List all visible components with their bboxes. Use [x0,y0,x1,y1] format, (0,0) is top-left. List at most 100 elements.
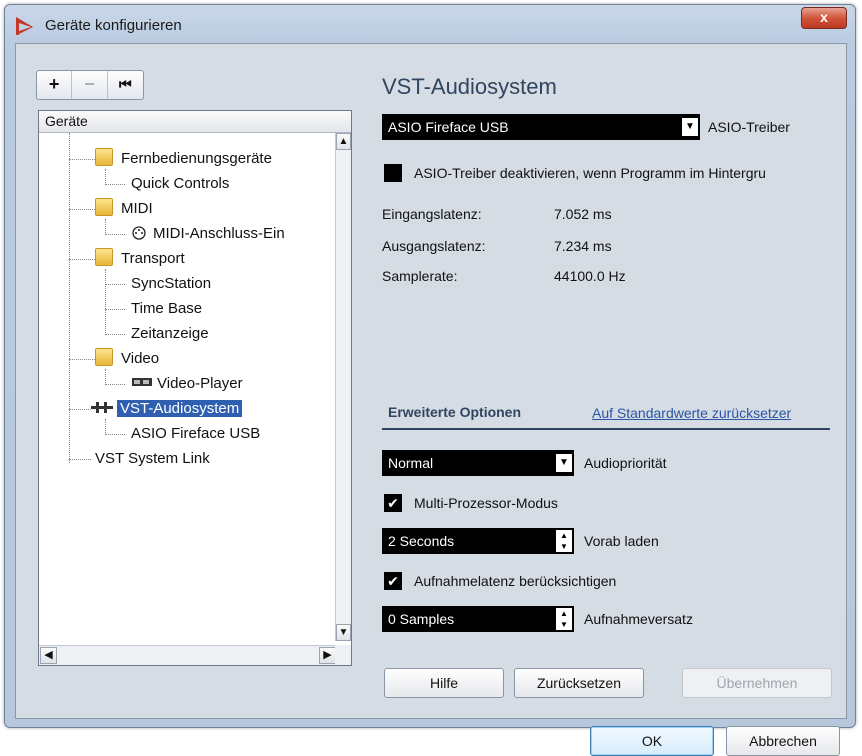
tree-item-label: MIDI-Anschluss-Ein [153,225,285,242]
tree-item-label: Fernbedienungsgeräte [121,150,272,167]
remove-device-button[interactable]: − [72,71,108,99]
video-player-icon [132,378,152,386]
cubase-logo-icon [16,17,33,35]
tree-line [105,184,125,185]
reset-defaults-link[interactable]: Auf Standardwerte zurücksetzer [592,405,791,421]
tree-item-vst-audiosystem[interactable]: VST-Audiosystem [91,397,243,421]
spin-arrows-icon[interactable]: ▲ ▼ [556,608,572,630]
tree-item-label: Video [121,350,160,367]
tree-item-midi-anschluss[interactable]: MIDI-Anschluss-Ein [131,222,285,246]
tree-item-midi[interactable]: MIDI [95,197,153,221]
tree-item-video-player[interactable]: Video-Player [131,372,243,396]
input-latency-value: 7.052 ms [554,206,612,222]
tree-vertical-scrollbar[interactable]: ▲ ▼ [335,133,351,641]
chevron-down-icon: ▼ [682,118,698,136]
scroll-up-icon[interactable]: ▲ [336,133,351,150]
cancel-button[interactable]: Abbrechen [726,726,840,756]
tree-item-label: SyncStation [131,275,212,292]
add-device-button[interactable]: + [37,71,73,99]
record-offset-label: Aufnahmeversatz [584,611,693,627]
deactivate-driver-label: ASIO-Treiber deaktivieren, wenn Programm… [414,165,766,181]
spin-arrows-icon[interactable]: ▲ ▼ [556,530,572,552]
tree-item-zeitanzeige[interactable]: Zeitanzeige [131,322,209,346]
tree-line [69,359,95,360]
tree-header[interactable]: Geräte [39,111,351,133]
scroll-right-icon[interactable]: ▶ [319,647,336,664]
preload-label: Vorab laden [584,533,659,549]
reset-button[interactable]: Zurücksetzen [514,668,644,698]
preload-value: 2 Seconds [388,533,455,549]
tree-item-fernbedienungsgeraete[interactable]: Fernbedienungsgeräte [95,147,272,171]
tree-line [105,169,106,185]
device-toolbar: + − ⏮ [36,70,144,100]
tree-item-asio-fireface[interactable]: ASIO Fireface USB [131,422,260,446]
close-button[interactable]: x [801,7,847,29]
tree-item-video[interactable]: Video [95,347,159,371]
tree-item-label: Transport [121,250,185,267]
tree-line [105,419,106,435]
record-offset-value: 0 Samples [388,611,455,627]
tree-line [69,133,70,463]
multiprocessor-label: Multi-Prozessor-Modus [414,495,558,511]
dialog-window: Geräte konfigurieren x + − ⏮ Geräte Fern… [4,4,856,756]
tree-item-label: Video-Player [157,375,243,392]
tree-item-label: MIDI [121,200,153,217]
record-offset-stepper[interactable]: 0 Samples ▲ ▼ [382,606,574,632]
preload-stepper[interactable]: 2 Seconds ▲ ▼ [382,528,574,554]
ok-button[interactable]: OK [590,726,714,756]
tree-line [69,159,95,160]
apply-button[interactable]: Übernehmen [682,668,832,698]
tree-item-vst-system-link[interactable]: VST System Link [95,447,210,471]
asio-driver-select[interactable]: ASIO Fireface USB ▼ [382,114,700,140]
tree-line [105,334,125,335]
tree-line [105,284,125,285]
tree-item-label: Zeitanzeige [131,325,209,342]
audio-priority-select[interactable]: Normal ▼ [382,450,574,476]
record-latency-checkbox[interactable]: ✔ [384,572,402,590]
help-button[interactable]: Hilfe [384,668,504,698]
window-title: Geräte konfigurieren [45,17,182,34]
panel-title: VST-Audiosystem [382,74,557,99]
tree-line [105,234,125,235]
audio-priority-value: Normal [388,455,434,471]
scroll-left-icon[interactable]: ◀ [40,647,57,664]
tree-horizontal-scrollbar[interactable]: ◀ ▶ [39,645,337,665]
tree-item-quick-controls[interactable]: Quick Controls [131,172,229,196]
tree-line [105,369,106,385]
asio-driver-label: ASIO-Treiber [708,119,790,135]
samplerate-label: Samplerate: [382,268,458,284]
scrollbar-corner [335,645,351,665]
folder-icon [95,348,113,366]
chevron-down-icon: ▼ [556,454,572,472]
title-bar[interactable]: Geräte konfigurieren x [5,5,855,45]
asio-driver-value: ASIO Fireface USB [388,119,509,135]
samplerate-value: 44100.0 Hz [554,268,626,284]
dialog-client-area: + − ⏮ Geräte Fernbedienungsgeräte Quick … [15,43,847,756]
output-latency-label: Ausgangslatenz: [382,238,486,254]
device-tree[interactable]: Geräte Fernbedienungsgeräte Quick Contro… [38,110,352,666]
vst-audio-icon [91,402,113,413]
tree-line [69,409,91,410]
tree-line [105,384,125,385]
reset-device-button[interactable]: ⏮ [108,71,143,99]
output-latency-value: 7.234 ms [554,238,612,254]
tree-item-transport[interactable]: Transport [95,247,185,271]
tree-item-label: VST System Link [95,450,210,467]
scroll-down-icon[interactable]: ▼ [336,624,351,641]
folder-icon [95,198,113,216]
midi-port-icon [132,226,146,240]
tree-line [69,459,91,460]
deactivate-driver-checkbox[interactable] [384,164,402,182]
audio-priority-label: Audiopriorität [584,455,667,471]
tree-line [105,219,106,235]
tree-item-label: ASIO Fireface USB [131,425,261,442]
tab-advanced-options[interactable]: Erweiterte Optionen [388,404,521,420]
tree-line [105,309,125,310]
tree-item-label: Time Base [131,300,203,317]
tree-body: Fernbedienungsgeräte Quick Controls MIDI… [39,133,337,641]
multiprocessor-checkbox[interactable]: ✔ [384,494,402,512]
tree-item-syncstation[interactable]: SyncStation [131,272,211,296]
tab-underline [382,428,830,430]
input-latency-label: Eingangslatenz: [382,206,482,222]
tree-item-time-base[interactable]: Time Base [131,297,202,321]
